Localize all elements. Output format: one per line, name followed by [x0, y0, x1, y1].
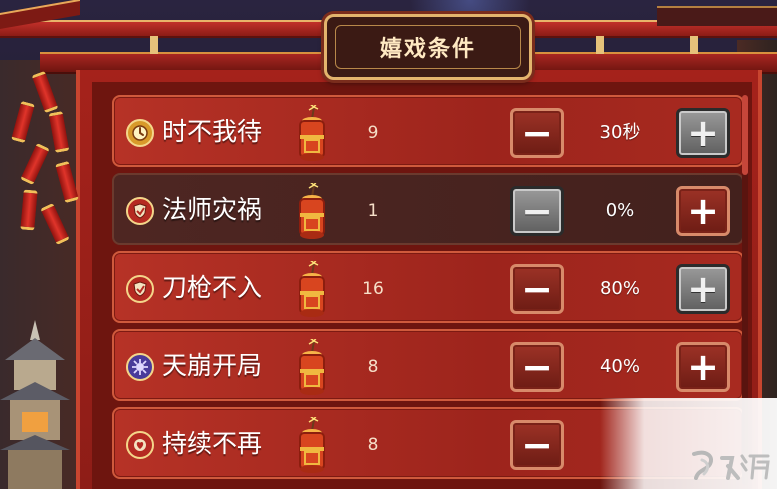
- firecracker-cost-icon: [294, 258, 330, 319]
- decrease-button[interactable]: −: [510, 342, 564, 392]
- increase-button[interactable]: +: [676, 186, 730, 236]
- plus-icon: +: [687, 267, 719, 311]
- condition-value: 0%: [605, 200, 635, 221]
- condition-name: 天崩开局: [162, 351, 263, 380]
- plus-icon: +: [687, 111, 719, 155]
- increase-button[interactable]: +: [676, 264, 730, 314]
- minus-icon: −: [521, 267, 553, 311]
- title-plaque: 嬉戏条件: [324, 14, 532, 80]
- condition-cost: 9: [367, 123, 379, 143]
- condition-cost: 1: [367, 201, 379, 221]
- increase-button[interactable]: +: [676, 342, 730, 392]
- minus-icon: −: [521, 111, 553, 155]
- condition-cost: 8: [367, 357, 379, 377]
- firecracker-string-icon: [8, 70, 88, 252]
- minus-icon: −: [521, 423, 553, 467]
- firecracker-cost-icon: [294, 414, 330, 475]
- jiuyou-logo-icon: [692, 450, 770, 480]
- burst-badge-icon: [126, 353, 154, 381]
- condition-name: 刀枪不入: [162, 273, 263, 302]
- heart-badge-icon: [126, 431, 154, 459]
- condition-value: 80%: [599, 278, 640, 299]
- plus-icon: +: [687, 345, 719, 389]
- roof-post: [690, 36, 698, 54]
- clock-badge-icon: [126, 119, 154, 147]
- condition-cost: 8: [367, 435, 379, 455]
- increase-button[interactable]: +: [676, 108, 730, 158]
- decrease-button[interactable]: −: [510, 264, 564, 314]
- shield-badge-icon: [126, 275, 154, 303]
- decrease-button[interactable]: −: [510, 108, 564, 158]
- page-title: 嬉戏条件: [379, 37, 476, 62]
- roof-post: [150, 36, 158, 54]
- plus-icon: +: [687, 189, 719, 233]
- condition-name: 法师灾祸: [162, 195, 263, 224]
- firecracker-cost-icon: [294, 102, 330, 163]
- condition-row: 刀枪不入 16 − 80% +: [112, 251, 744, 323]
- minus-icon: −: [521, 345, 553, 389]
- decrease-button[interactable]: −: [510, 420, 564, 470]
- scrollbar-thumb[interactable]: [742, 95, 748, 175]
- condition-name: 持续不再: [162, 429, 263, 458]
- shield-badge-icon: [126, 197, 154, 225]
- decrease-button[interactable]: −: [510, 186, 564, 236]
- condition-name: 时不我待: [162, 117, 263, 146]
- condition-row: 法师灾祸 1 − 0% +: [112, 173, 744, 245]
- condition-row: 时不我待 9 − 30秒 +: [112, 95, 744, 167]
- roof-post: [596, 36, 604, 54]
- firecracker-cost-icon: [294, 180, 330, 241]
- condition-cost: 16: [362, 279, 384, 299]
- minus-icon: −: [521, 189, 553, 233]
- pagoda-icon: [0, 320, 70, 489]
- firecracker-cost-icon: [294, 336, 330, 397]
- condition-row: 天崩开局 8 − 40% +: [112, 329, 744, 401]
- condition-value: 30秒: [599, 122, 641, 143]
- eave-right: [657, 6, 777, 26]
- condition-value: 40%: [599, 356, 640, 377]
